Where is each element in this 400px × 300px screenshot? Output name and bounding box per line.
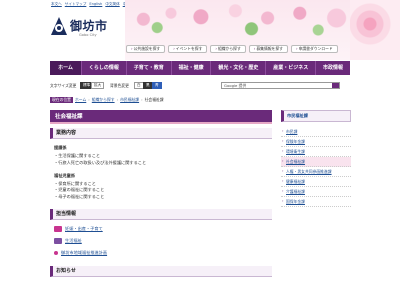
duties-subheading-relief: 援護係 (54, 145, 67, 150)
duties-heading: 業務内容 (50, 128, 272, 139)
side-item-citizen[interactable]: 市民課 (281, 127, 351, 137)
search-icon[interactable] (332, 83, 339, 88)
breadcrumb-department[interactable]: 市民福祉課 (120, 97, 139, 103)
arrow-icon: › (253, 46, 256, 51)
side-item-insurance-pension[interactable]: 保険年金課 (281, 137, 351, 147)
contact-heading: 担当情報 (50, 208, 272, 220)
utility-link-english[interactable]: English (89, 2, 102, 7)
quick-links: › 公共施設を探す › イベントを探す › 組織から探す › 募集情報を探す › 申請書ダ… (126, 45, 338, 53)
arrow-icon: › (173, 46, 175, 51)
contact-link-childcare[interactable]: 妊娠・出産・子育て (50, 225, 272, 232)
arrow-icon: › (131, 46, 133, 51)
side-item-health-welfare[interactable]: 健康福祉課 (281, 177, 351, 187)
breadcrumb-separator: › (116, 97, 119, 102)
utility-link-chinese-simplified[interactable]: 中文简体 (105, 2, 119, 7)
font-large-button[interactable]: 拡大 (91, 82, 105, 89)
folder-icon (54, 225, 62, 232)
font-size-label: 文字サイズ変更 (50, 83, 77, 88)
nav-tourism-culture[interactable]: 観光・文化・歴史 (211, 61, 267, 75)
house-icon (54, 237, 62, 244)
logo-name: 御坊市 (70, 19, 108, 33)
event-search-button[interactable]: › イベントを探す (168, 45, 208, 53)
nav-living[interactable]: くらしの情報 (82, 61, 127, 75)
list-item: 行旅人死亡の取扱い及び法外援護に関すること (54, 160, 272, 167)
breadcrumb-organization[interactable]: 組織から探す (92, 97, 115, 103)
logo-english: Gobo City (79, 33, 97, 37)
search-input[interactable]: Google 提供 (221, 82, 340, 89)
bg-color-label: 背景色変更 (110, 83, 129, 88)
side-item-social-welfare[interactable]: 社会福祉課 (281, 157, 351, 167)
page-title: 社会福祉課 (50, 110, 272, 124)
nav-industry-business[interactable]: 産業・ビジネス (266, 61, 317, 75)
notice-heading: お知らせ (50, 265, 272, 277)
organization-search-button[interactable]: › 組織から探す (210, 45, 246, 53)
list-item: 母子の福祉に関すること (54, 194, 272, 201)
nav-home[interactable]: ホーム (50, 61, 82, 75)
arrow-icon: › (215, 46, 217, 51)
list-item: 生活保護に関すること (54, 153, 272, 160)
global-nav: ホーム くらしの情報 子育て・教育 福祉・健康 観光・文化・歴史 産業・ビジネス… (50, 61, 350, 75)
bullet-icon (54, 250, 58, 255)
side-nav: 市民福祉課 市民課 保険年金課 環境衛生課 社会福祉課 人権・男女共同参画推進課… (281, 110, 351, 300)
side-nav-list: 市民課 保険年金課 環境衛生課 社会福祉課 人権・男女共同参画推進課 健康福祉課… (281, 127, 351, 207)
breadcrumb: 現在の位置 ホーム › 組織から探す › 市民福祉課 › 社会福祉課 (50, 96, 164, 103)
arrow-icon: › (295, 46, 298, 51)
nav-childcare-education[interactable]: 子育て・教育 (127, 61, 172, 75)
duties-subheading-child: 福祉児童係 (54, 172, 75, 178)
side-item-human-rights[interactable]: 人権・男女共同参画推進課 (281, 167, 351, 177)
site-logo[interactable]: 御坊市 Gobo City (50, 14, 120, 44)
nav-welfare-health[interactable]: 福祉・健康 (172, 61, 212, 75)
facility-search-button[interactable]: › 公共施設を探す (126, 45, 166, 53)
side-item-care-welfare[interactable]: 介護福祉課 (281, 187, 351, 197)
city-emblem-icon (51, 17, 67, 35)
contact-link-welfare-plan[interactable]: 御坊市地域福祉推進計画 (50, 250, 272, 256)
contact-link-life-welfare[interactable]: 生活福祉 (50, 237, 272, 244)
breadcrumb-separator: › (141, 97, 143, 102)
form-download-button[interactable]: › 申請書ダウンロード (290, 45, 338, 53)
breadcrumb-here-tag: 現在の位置 (50, 96, 73, 103)
header: 本文へ サイトマップ English 中文简体 中文繁體 한국어 御坊市 Gob… (0, 0, 400, 60)
main-content: 社会福祉課 業務内容 援護係 生活保護に関すること 行旅人死亡の取扱い及び法外援… (50, 110, 272, 300)
side-nav-title[interactable]: 市民福祉課 (281, 110, 351, 122)
bg-blue-button[interactable]: 青 (152, 82, 162, 89)
header-rose-image (350, 0, 400, 60)
search-input-text: Google 提供 (224, 83, 247, 88)
side-item-national-insurance[interactable]: 国保年金課 (281, 197, 351, 207)
recruitment-search-button[interactable]: › 募集情報を探す (248, 45, 288, 53)
duties-list-relief: 生活保護に関すること 行旅人死亡の取扱い及び法外援護に関すること (50, 153, 272, 167)
utility-link-skip[interactable]: 本文へ (51, 2, 62, 7)
side-item-environment[interactable]: 環境衛生課 (281, 147, 351, 157)
breadcrumb-current: 社会福祉課 (144, 96, 164, 102)
utility-link-sitemap[interactable]: サイトマップ (65, 2, 87, 7)
breadcrumb-home[interactable]: ホーム (75, 97, 86, 103)
breadcrumb-separator: › (88, 97, 90, 102)
duties-list-child: 保育所に関すること 児童の福祉に関すること 母子の福祉に関すること (50, 181, 272, 201)
accessibility-toolbar: 文字サイズ変更 標準 拡大 背景色変更 白 黒 青 Google 提供 (50, 82, 350, 91)
nav-city-info[interactable]: 市政情報 (316, 61, 350, 75)
